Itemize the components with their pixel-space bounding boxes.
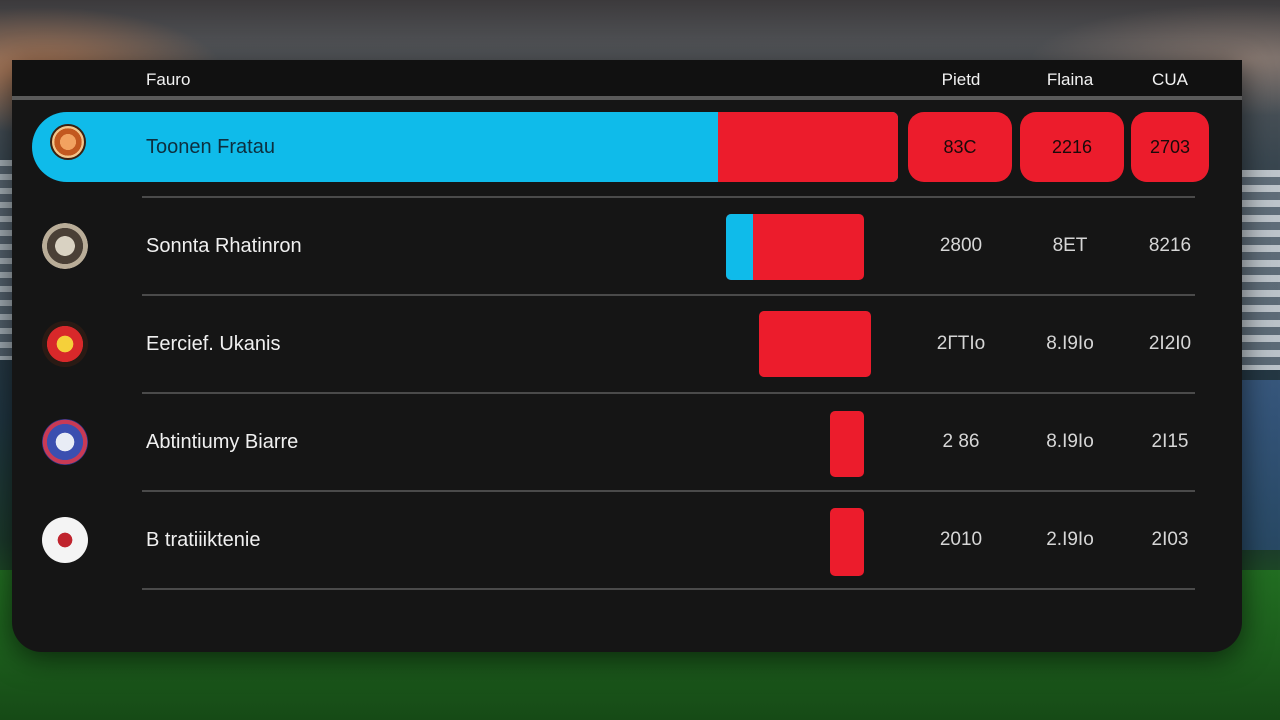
team-name: Toonen Fratau <box>146 136 275 158</box>
header-team-column[interactable]: Fauro <box>146 70 190 90</box>
team-name: Abtintiumy Biarre <box>146 431 299 453</box>
stat-value-1: 2ΓΤΙο <box>936 333 986 354</box>
club-crest-white-red-icon <box>42 517 88 563</box>
row-divider <box>142 588 1195 590</box>
row-divider <box>142 392 1195 394</box>
team-name: Sonnta Rhatinron <box>146 235 302 257</box>
stat-value-1: 2 86 <box>942 431 980 452</box>
row-divider <box>142 196 1195 198</box>
stat-value-2: 2.Ι9Ιο <box>1046 529 1094 550</box>
header-column-1[interactable]: Pietd <box>916 70 1006 90</box>
form-bar <box>830 508 864 576</box>
club-crest-blue-icon <box>42 419 88 465</box>
stat-value-3: 2703 <box>1149 136 1191 157</box>
stat-value-2: 8.Ι9Ιο <box>1046 431 1094 452</box>
stat-value-1: 83C <box>943 136 977 157</box>
stat-value-3: 8216 <box>1148 235 1192 256</box>
club-crest-red-yellow-icon <box>42 321 88 367</box>
club-crest-orange-icon <box>50 124 86 160</box>
team-name: Eercief. Ukanis <box>146 333 281 355</box>
stat-value-3: 2Ι2Ι0 <box>1148 333 1192 354</box>
stat-pill-2: 2216 <box>1020 112 1124 182</box>
stat-pill-3: 2703 <box>1131 112 1209 182</box>
stat-value-2: 2216 <box>1051 136 1093 157</box>
row-divider <box>142 490 1195 492</box>
stat-value-1: 2010 <box>939 529 983 550</box>
stat-value-2: 8.Ι9Ιο <box>1046 333 1094 354</box>
highlight-bar-red-segment <box>718 112 898 182</box>
stat-value-3: 2Ι15 <box>1151 431 1189 452</box>
row-divider <box>142 294 1195 296</box>
stat-value-3: 2Ι03 <box>1151 529 1189 550</box>
form-bar-blue-segment <box>726 214 753 280</box>
form-bar <box>830 411 864 477</box>
club-crest-grey-icon <box>42 223 88 269</box>
form-bar <box>759 311 871 377</box>
stat-value-2: 8ET <box>1052 235 1088 256</box>
header-column-2[interactable]: Flaina <box>1025 70 1115 90</box>
header-column-3[interactable]: CUA <box>1125 70 1215 90</box>
stat-pill-1: 83C <box>908 112 1012 182</box>
stat-value-1: 2800 <box>939 235 983 256</box>
standings-panel: Fauro Pietd Flaina CUA Toonen Fratau 83C… <box>12 60 1242 652</box>
table-header: Fauro Pietd Flaina CUA <box>12 60 1242 100</box>
form-bar <box>726 214 864 280</box>
team-name: B tratiiiktenie <box>146 529 261 551</box>
